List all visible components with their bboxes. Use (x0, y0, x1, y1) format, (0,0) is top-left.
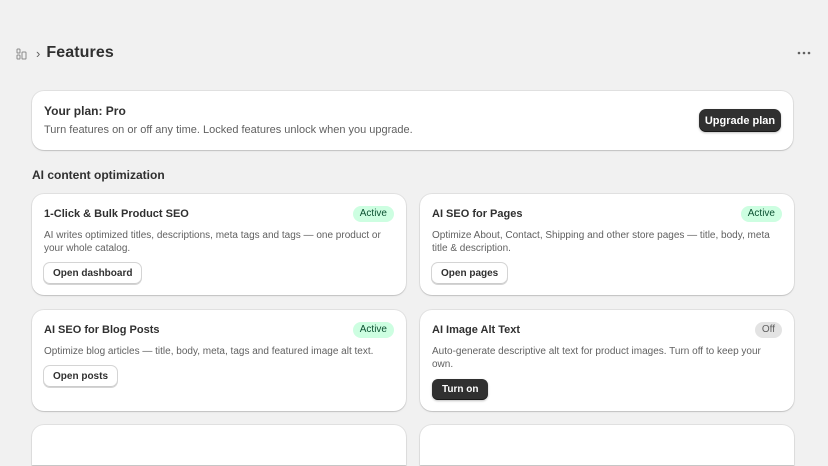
status-badge: Active (352, 206, 394, 222)
turn-on-button[interactable]: Turn on (432, 379, 489, 400)
feature-card-image-alt-text: AI Image Alt Text Off Auto-generate desc… (420, 310, 794, 411)
upgrade-plan-button[interactable]: Upgrade plan (699, 109, 781, 132)
plan-description: Turn features on or off any time. Locked… (44, 124, 413, 136)
open-dashboard-button[interactable]: Open dashboard (44, 263, 142, 284)
feature-title: 1-Click & Bulk Product SEO (44, 208, 189, 220)
feature-card-seo-blog-posts: AI SEO for Blog Posts Active Optimize bl… (32, 310, 406, 411)
open-pages-button[interactable]: Open pages (432, 263, 508, 284)
feature-title: AI SEO for Pages (432, 208, 523, 220)
plan-title: Your plan: Pro (44, 104, 126, 118)
feature-title: AI Image Alt Text (432, 324, 521, 336)
open-posts-button[interactable]: Open posts (44, 366, 118, 387)
feature-description: Auto-generate descriptive alt text for p… (432, 346, 761, 370)
status-badge: Active (740, 206, 782, 222)
feature-description: Optimize blog articles — title, body, me… (44, 346, 374, 357)
feature-description: Optimize About, Contact, Shipping and ot… (432, 230, 770, 254)
feature-card-partial (32, 425, 406, 465)
feature-card-partial (420, 425, 794, 465)
feature-title: AI SEO for Blog Posts (44, 324, 160, 336)
status-badge: Active (352, 322, 394, 338)
feature-card-seo-pages: AI SEO for Pages Active Optimize About, … (420, 194, 794, 295)
ellipsis-icon[interactable] (794, 43, 814, 63)
feature-description: AI writes optimized titles, descriptions… (44, 230, 381, 254)
section-title: AI content optimization (32, 168, 165, 182)
app-grid-icon[interactable] (16, 47, 28, 60)
breadcrumb-chevron-icon: › (36, 45, 41, 61)
plan-card: Your plan: Pro Turn features on or off a… (32, 91, 793, 150)
feature-card-bulk-product-seo: 1-Click & Bulk Product SEO Active AI wri… (32, 194, 406, 295)
status-badge: Off (754, 322, 782, 338)
page-title: Features (46, 44, 114, 61)
page-header: › Features (16, 40, 814, 66)
